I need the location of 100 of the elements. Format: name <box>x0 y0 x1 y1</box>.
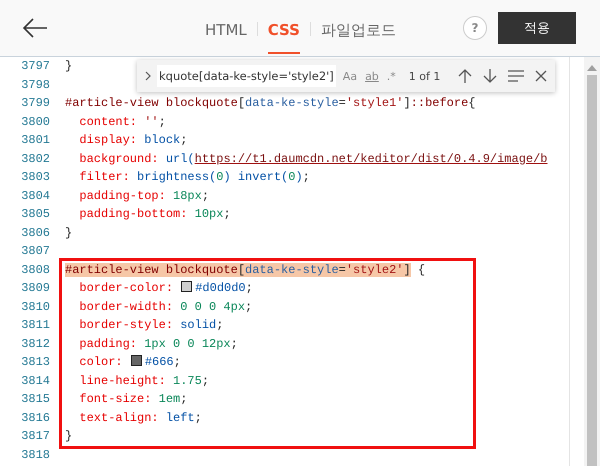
apply-button[interactable]: 적용 <box>498 12 576 44</box>
code-token: 'style1' <box>346 96 404 110</box>
code-token: border-style: <box>78 318 174 332</box>
code-token: border-width: <box>78 300 174 314</box>
code-token: } <box>65 226 72 240</box>
code-token: 1.75 <box>173 374 202 388</box>
line-number: 3798 <box>20 76 50 94</box>
code-token: block <box>144 133 180 147</box>
code-token: ; <box>302 170 310 184</box>
tab[interactable]: HTML <box>205 3 247 54</box>
code-token: ; <box>180 133 188 147</box>
tab[interactable]: CSS <box>268 3 300 54</box>
code-token: ; <box>202 188 210 202</box>
find-input[interactable]: kquote[data-ke-style='style2'] <box>157 65 336 87</box>
line-number: 3812 <box>20 336 50 352</box>
color-swatch[interactable] <box>181 281 192 292</box>
line-number: 3808 <box>20 262 50 278</box>
line-number: 3817 <box>20 428 50 445</box>
code-link[interactable]: https://t1.daumcdn.net/keditor/dist/0.4.9/image/b <box>194 152 548 166</box>
code-token: } <box>65 59 72 73</box>
code-token: #article-view blockquote <box>65 96 238 110</box>
code-token: 1px 0 0 12px <box>144 336 231 350</box>
line-number: 3810 <box>20 298 50 316</box>
code-token: solid <box>180 318 216 332</box>
code-token: ; <box>246 281 253 295</box>
code-token: { <box>468 96 476 110</box>
line-number: 3816 <box>20 410 50 426</box>
code-token: 0 <box>288 170 296 184</box>
search-option-button[interactable]: Aa <box>342 70 358 82</box>
line-number: 3813 <box>20 354 50 371</box>
code-token: content: <box>78 114 138 128</box>
search-option-button[interactable]: ab <box>364 70 380 82</box>
code-token: ] <box>403 96 411 110</box>
match-count: 1 of 1 <box>408 70 440 82</box>
code-token: padding-top: <box>78 188 167 202</box>
line-number: 3799 <box>20 95 50 112</box>
code-token: filter: <box>78 170 131 184</box>
line-number: 3805 <box>20 206 50 223</box>
line-number: 3800 <box>20 114 50 130</box>
code-token: '' <box>144 114 159 128</box>
code-token: padding-bottom: <box>78 207 188 221</box>
code-token: [ <box>238 96 246 110</box>
search-option-button[interactable]: .* <box>386 70 397 82</box>
code-token: ; <box>230 336 238 350</box>
code-token: border-color: <box>78 281 174 295</box>
code-token: #d0d0d0 <box>195 281 246 295</box>
code-token: ; <box>194 410 202 424</box>
code-token: font-size: <box>78 392 152 406</box>
code-token: ; <box>216 318 224 332</box>
close-icon[interactable] <box>535 70 547 82</box>
line-number: 3803 <box>20 169 50 186</box>
code-token: 0 <box>216 170 224 184</box>
code-token: ; <box>158 114 166 128</box>
arrow-down-icon[interactable] <box>483 68 497 84</box>
code-token: ; <box>245 300 252 314</box>
chevron-right-icon[interactable] <box>145 71 151 81</box>
code-token: line-height: <box>78 374 167 388</box>
code-token: = <box>338 96 346 110</box>
line-number: 3811 <box>20 317 50 334</box>
back-arrow-icon[interactable] <box>22 18 48 38</box>
code-token: } <box>65 429 72 443</box>
code-token: display: <box>78 133 138 147</box>
line-number: 3797 <box>20 58 50 75</box>
line-number: 3802 <box>20 150 50 168</box>
line-number: 3809 <box>20 280 50 297</box>
code-token: url( <box>166 152 195 166</box>
code-token: 10px <box>194 207 224 221</box>
code-token: left <box>166 410 195 424</box>
line-number: 3815 <box>20 391 50 408</box>
code-token: 1em <box>158 392 180 406</box>
tab[interactable]: 파일업로드 <box>320 2 396 54</box>
code-token: ; <box>180 392 188 406</box>
line-number: 3804 <box>20 188 50 204</box>
line-number: 3807 <box>20 243 50 260</box>
code-token: data-ke-style <box>245 96 339 110</box>
help-button[interactable]: ? <box>463 16 487 40</box>
color-swatch[interactable] <box>130 355 142 366</box>
code-token: ; <box>223 207 231 221</box>
code-token: background: <box>78 152 160 166</box>
line-number: 3801 <box>20 132 50 149</box>
scrollbar-thumb[interactable] <box>587 75 597 466</box>
code-token: #666 <box>144 355 174 369</box>
line-number: 3818 <box>20 446 50 464</box>
code-token: text-align: <box>78 410 160 424</box>
code-token: ::before <box>410 96 468 110</box>
code-token: { <box>416 262 426 276</box>
code-token: ) <box>295 170 303 184</box>
code-token: 0 0 0 4px <box>180 300 246 314</box>
line-number: 3814 <box>20 372 50 390</box>
search-match: #article-view blockquote[data-ke-style='style2'] <box>65 262 411 276</box>
line-number: 3806 <box>20 224 50 242</box>
code-token: color: <box>78 355 124 369</box>
arrow-up-icon[interactable] <box>458 68 472 84</box>
code-token: 18px <box>173 188 202 202</box>
code-token: padding: <box>78 336 138 350</box>
lines-icon[interactable] <box>508 70 524 82</box>
code-token: ; <box>202 374 210 388</box>
code-token: brightness( <box>137 170 216 184</box>
code-token: ) invert( <box>223 170 288 184</box>
code-token: ; <box>174 355 181 369</box>
